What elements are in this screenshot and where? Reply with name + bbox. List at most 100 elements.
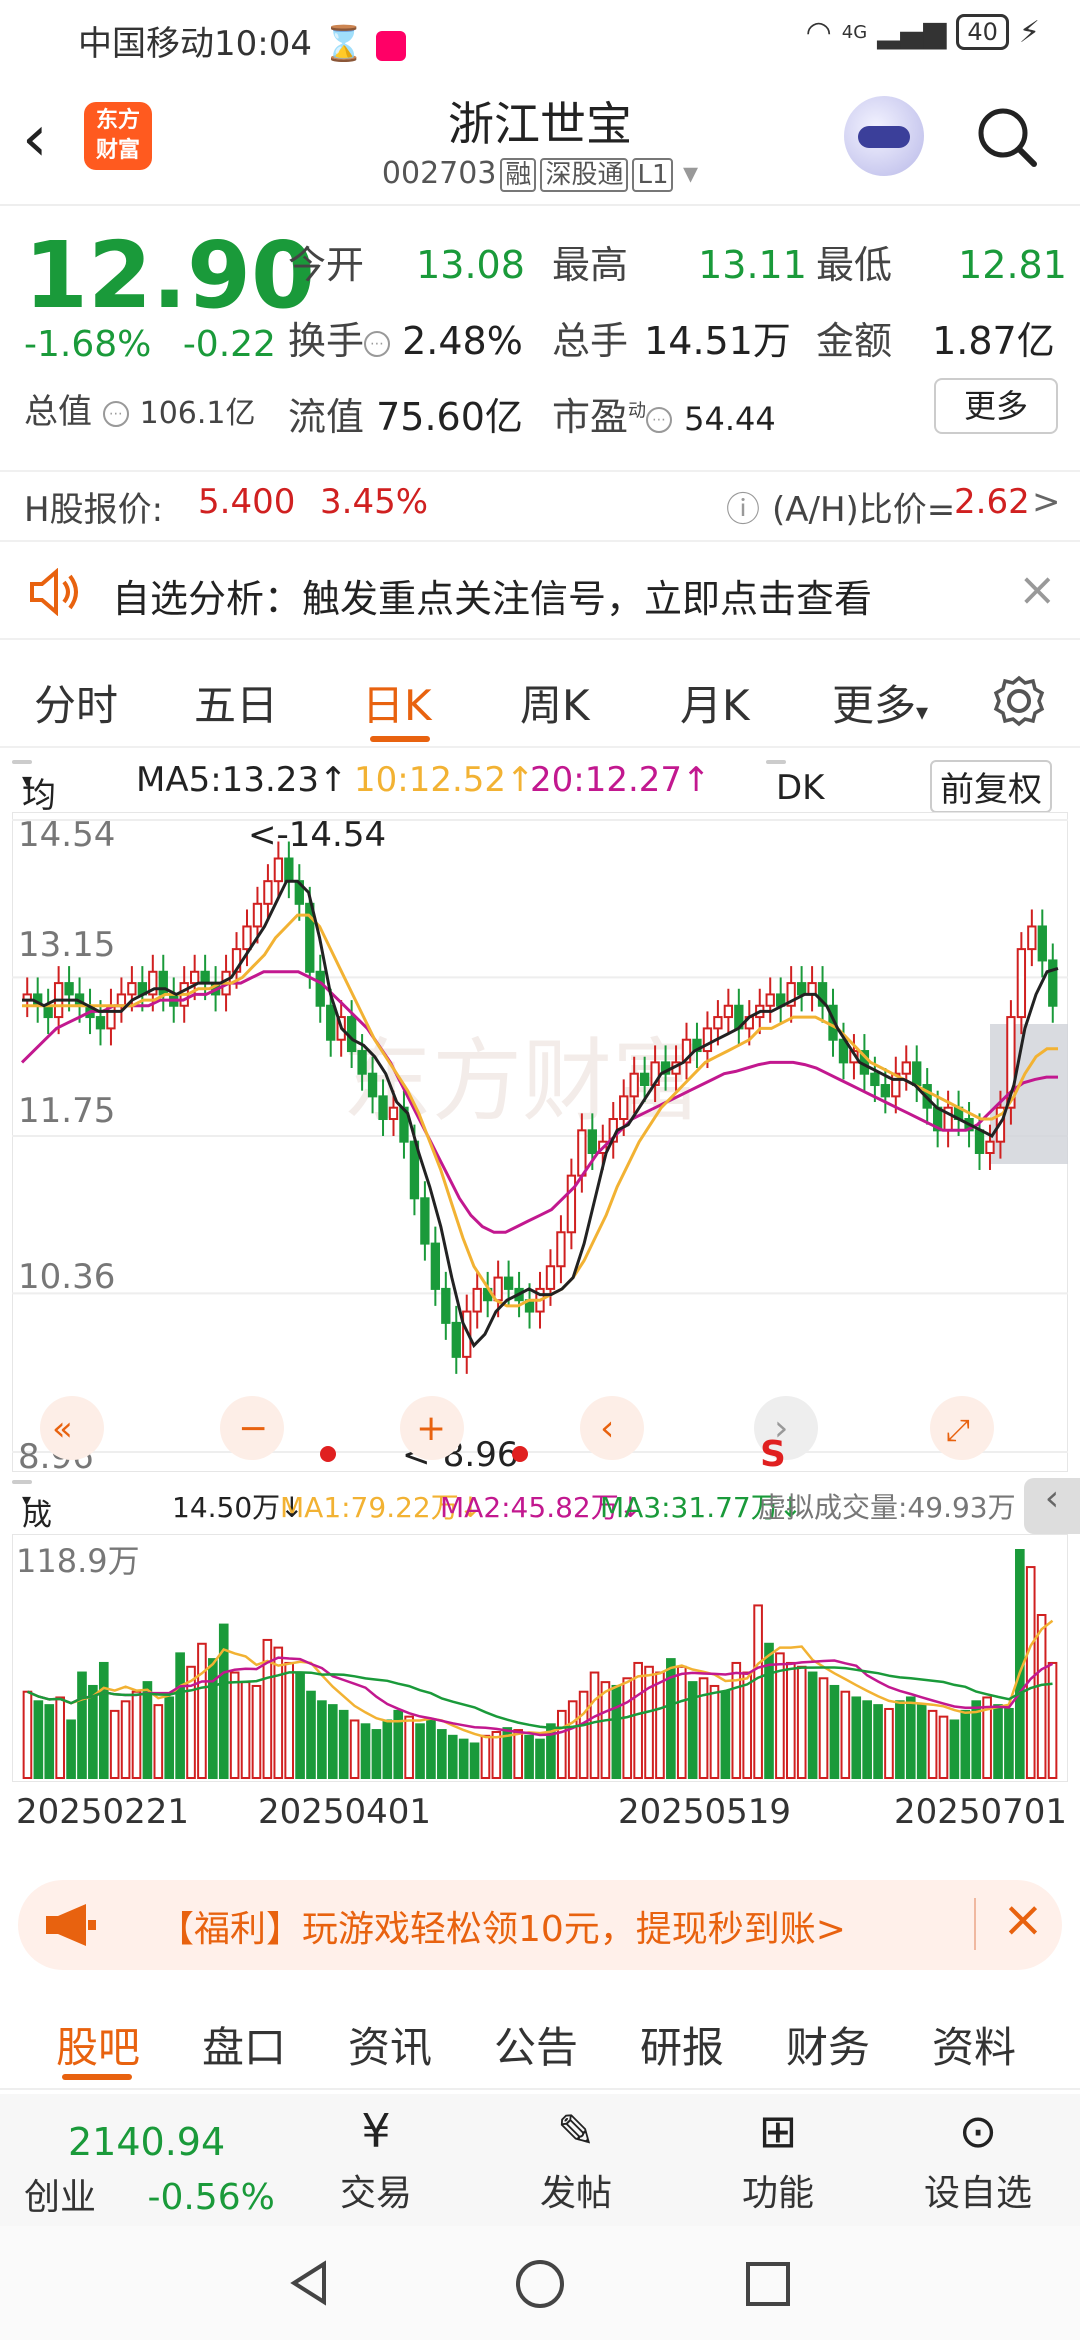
volume-bar xyxy=(153,1704,164,1780)
volume-bar xyxy=(382,1719,393,1780)
volume-bar xyxy=(251,1684,262,1779)
nav-home-icon[interactable] xyxy=(514,2258,566,2310)
app-notification-icon xyxy=(375,30,406,61)
volume-bar xyxy=(284,1661,294,1779)
tab-research[interactable]: 研报 xyxy=(640,2014,724,2075)
volume-value: 14.51万 xyxy=(644,319,791,363)
candle-body xyxy=(116,993,127,1007)
dropdown-triangle-icon: ▾ xyxy=(916,698,929,726)
volume-bar xyxy=(404,1715,414,1779)
info-icon[interactable]: ⋯ xyxy=(646,406,673,433)
index-ticker[interactable]: 2140.94 创业 -0.56% xyxy=(24,2120,284,2220)
candle-body xyxy=(420,1197,430,1245)
collapse-panel-icon[interactable]: ‹ xyxy=(1024,1478,1080,1534)
amount-label: 金额 xyxy=(816,319,893,363)
volume-indicator-select[interactable]: 成交量▾ xyxy=(12,1480,52,1621)
tab-daily-k[interactable]: 日K xyxy=(362,672,432,733)
pe-label: 市盈 xyxy=(552,395,629,439)
candle-body xyxy=(503,1276,514,1290)
volume-bar xyxy=(360,1723,371,1779)
open-value: 13.08 xyxy=(416,243,525,287)
h-share-pct: 3.45% xyxy=(320,482,429,522)
candle-body xyxy=(158,970,168,996)
price-change: -1.68% -0.22 xyxy=(24,324,276,365)
volume-bar xyxy=(916,1704,927,1780)
x-tick-label: 20250519 xyxy=(618,1792,792,1832)
close-icon[interactable]: × xyxy=(1002,1890,1044,1948)
active-subtab-underline xyxy=(62,2074,132,2080)
dk-point-button[interactable]: DK点 xyxy=(766,760,824,856)
max-price-label: <-14.54 xyxy=(248,815,386,855)
clock: 10:04 xyxy=(214,24,312,64)
candle-body xyxy=(870,1072,880,1087)
info-icon[interactable]: ⋯ xyxy=(102,400,129,427)
tab-announcements[interactable]: 公告 xyxy=(494,2014,578,2075)
volume-bar xyxy=(535,1738,545,1779)
candle-body xyxy=(912,1061,922,1087)
volume-bar xyxy=(753,1604,763,1779)
tab-five-day[interactable]: 五日 xyxy=(194,672,278,733)
nav-functions[interactable]: ⊞ 功能 xyxy=(698,2104,858,2216)
tab-intraday[interactable]: 分时 xyxy=(34,672,118,733)
zoom-in-glyph: + xyxy=(416,1408,446,1449)
h-share-price: 5.400 xyxy=(198,482,296,522)
nav-post[interactable]: ✎ 发帖 xyxy=(496,2104,656,2216)
stock-code-row[interactable]: 002703 融深股通 L1 ▾ xyxy=(0,154,1080,192)
candle-body xyxy=(378,1095,388,1121)
pe-cell: 市盈动 ⋯ 54.44 xyxy=(552,386,776,441)
volume-legend-row: 成交量▾ 14.50万↓ MA1:79.22万↓ MA2:45.82万↓ MA3… xyxy=(0,1478,1080,1621)
dropdown-triangle-icon[interactable]: ▾ xyxy=(683,156,698,191)
gear-icon[interactable] xyxy=(992,674,1046,728)
status-bar: 中国移动10:04 ⌛ ◠ 4G ▂▄▆ 40 ⚡ xyxy=(0,0,1080,72)
tab-more-label: 更多 xyxy=(832,681,917,730)
tab-more[interactable]: 更多▾ xyxy=(832,672,928,733)
kline-chart[interactable]: 东方财富 14.54 13.15 11.75 10.36 8.96 <-14.5… xyxy=(11,811,1069,1477)
help-icon[interactable]: ⓘ xyxy=(726,482,760,531)
ah-value: 2.62 xyxy=(954,482,1030,522)
scroll-left-glyph: ‹ xyxy=(600,1408,614,1449)
candle-body xyxy=(1016,948,1027,1019)
ma5-legend: MA5:13.23↑ xyxy=(136,760,348,800)
nav-back-icon[interactable] xyxy=(284,2258,334,2308)
float-label: 流值 xyxy=(288,395,365,439)
x-tick-label: 20250221 xyxy=(16,1792,190,1832)
volume-chart[interactable]: 118.9万 xyxy=(11,1533,1069,1783)
more-dots-icon: ⊙ xyxy=(958,2104,998,2158)
tab-news[interactable]: 资讯 xyxy=(348,2014,432,2075)
nav-post-label: 发帖 xyxy=(539,2173,612,2214)
tab-order-book[interactable]: 盘口 xyxy=(202,2014,286,2075)
carrier-name: 中国移动 xyxy=(78,24,214,64)
volume-label: 总手 xyxy=(552,319,629,363)
tab-profile[interactable]: 资料 xyxy=(932,2014,1016,2075)
volume-bar xyxy=(426,1719,436,1780)
low-value: 12.81 xyxy=(958,243,1067,287)
volume-bar xyxy=(993,1704,1003,1780)
assistant-robot-icon[interactable] xyxy=(844,96,924,176)
promo-banner[interactable]: 【福利】玩游戏轻松领10元，提现秒到账> × xyxy=(18,1880,1062,1970)
tab-weekly-k[interactable]: 周K xyxy=(520,672,590,733)
nav-watchlist-label: 设自选 xyxy=(923,2173,1032,2214)
sell-signal-marker: S xyxy=(760,1434,786,1472)
candle-body xyxy=(901,1061,911,1075)
search-icon[interactable] xyxy=(976,106,1038,168)
dropdown-triangle-icon: ▾ xyxy=(22,768,33,792)
indicator-select[interactable]: 均线▾ xyxy=(12,760,56,865)
nav-recent-icon[interactable] xyxy=(744,2260,792,2308)
nav-trade[interactable]: ¥ 交易 xyxy=(296,2104,456,2216)
tab-guba[interactable]: 股吧 xyxy=(56,2014,140,2075)
close-icon[interactable]: × xyxy=(1018,562,1057,616)
analysis-notice[interactable]: 自选分析：触发重点关注信号，立即点击查看 × xyxy=(0,540,1080,640)
h-share-row[interactable]: H股报价: 5.400 3.45% ⓘ (A/H)比价= 2.62 > xyxy=(0,470,1080,530)
y-tick-label: 13.15 xyxy=(18,925,115,965)
tab-monthly-k[interactable]: 月K xyxy=(680,672,750,733)
banner-divider xyxy=(974,1898,976,1950)
nav-add-watchlist[interactable]: ⊙ 设自选 xyxy=(898,2104,1058,2216)
more-button[interactable]: 更多 xyxy=(934,378,1058,434)
info-icon[interactable]: ⋯ xyxy=(364,330,391,357)
tab-finance[interactable]: 财务 xyxy=(786,2014,870,2075)
adjust-button[interactable]: 前复权 xyxy=(930,760,1052,813)
ah-arrow-icon: > xyxy=(1032,482,1061,522)
y-tick-label: 14.54 xyxy=(18,815,115,855)
volume-bar xyxy=(742,1671,753,1779)
app-root: 中国移动10:04 ⌛ ◠ 4G ▂▄▆ 40 ⚡ ‹ 东方 财富 浙江世宝 0… xyxy=(0,0,1080,2340)
